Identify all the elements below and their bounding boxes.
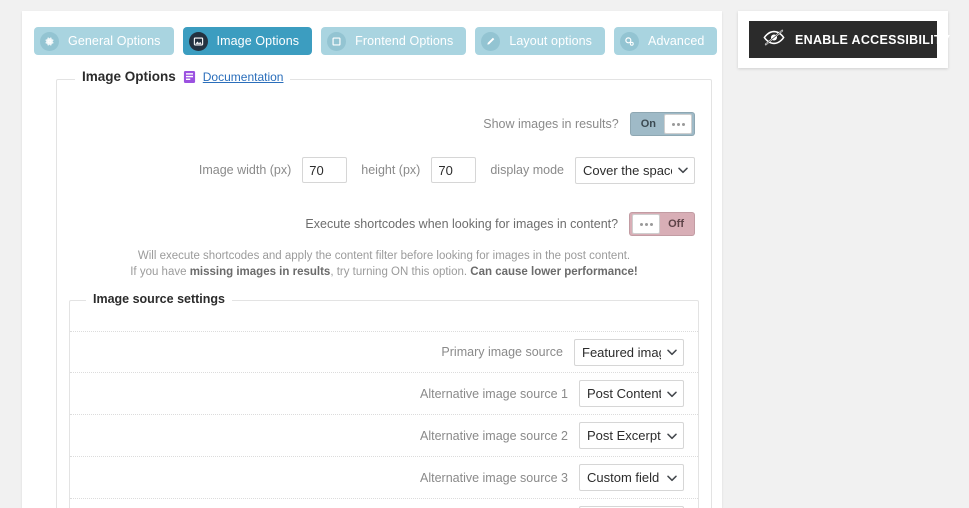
help-line-1: Will execute shortcodes and apply the co… <box>137 250 631 262</box>
enable-accessibility-label: ENABLE ACCESSIBILITY <box>795 32 951 47</box>
help-2c: , try turning ON this option. <box>330 266 471 278</box>
alt-image-source-2-label: Alternative image source 2 <box>420 428 568 443</box>
primary-image-source-label: Primary image source <box>441 345 563 359</box>
tab-label: General Options <box>68 34 161 48</box>
toggle-knob <box>632 214 661 234</box>
book-icon <box>183 70 196 84</box>
page-root: General Options Image Options Frontend O… <box>0 0 969 508</box>
tab-label: Frontend Options <box>355 34 454 48</box>
alt-image-source-1-label: Alternative image source 1 <box>420 386 568 401</box>
alt-image-source-1-select[interactable]: Post Content <box>579 380 684 407</box>
alt-image-source-3-select[interactable]: Custom field <box>579 464 684 491</box>
show-images-toggle-state: On <box>640 118 656 130</box>
alt-image-source-4-row: Alternative image source 4 Default image <box>70 499 698 508</box>
settings-panel: General Options Image Options Frontend O… <box>22 11 722 508</box>
tab-image-options[interactable]: Image Options <box>182 27 313 55</box>
eye-slash-icon <box>763 29 785 51</box>
execute-shortcodes-toggle[interactable]: Off <box>629 212 695 236</box>
image-dimensions-row: Image width (px) height (px) display mod… <box>57 152 711 188</box>
help-2d: Can cause lower performance! <box>470 266 638 278</box>
display-mode-label: display mode <box>490 163 564 177</box>
documentation-link[interactable]: Documentation <box>203 70 284 84</box>
alt-image-source-1-row: Alternative image source 1 Post Content <box>70 373 698 415</box>
section-legend: Image Options Documentation <box>75 69 291 84</box>
shortcodes-help-text: Will execute shortcodes and apply the co… <box>57 242 711 282</box>
tab-label: Image Options <box>216 34 300 48</box>
alt-image-source-2-select[interactable]: Post Excerpt <box>579 422 684 449</box>
image-icon <box>188 31 208 51</box>
show-images-toggle[interactable]: On <box>629 112 695 136</box>
window-icon <box>327 31 347 51</box>
alt-image-source-3-row: Alternative image source 3 Custom field <box>70 457 698 499</box>
pencil-icon <box>481 31 501 51</box>
toggle-knob <box>664 114 692 134</box>
execute-shortcodes-row: Execute shortcodes when looking for imag… <box>57 206 711 242</box>
tab-advanced[interactable]: Advanced <box>614 27 718 55</box>
alt-image-source-3-label: Alternative image source 3 <box>420 470 568 485</box>
help-2b: missing images in results <box>189 266 331 278</box>
cogs-icon <box>620 31 640 51</box>
alt-image-source-3-select-wrap: Custom field <box>579 464 684 491</box>
tab-frontend-options[interactable]: Frontend Options <box>321 27 467 55</box>
page-title: Image Options <box>82 69 176 84</box>
accessibility-card: ENABLE ACCESSIBILITY <box>738 11 950 68</box>
alt-image-source-2-select-wrap: Post Excerpt <box>579 422 684 449</box>
show-images-label: Show images in results? <box>483 117 619 131</box>
image-height-input[interactable] <box>431 157 477 183</box>
tab-layout-options[interactable]: Layout options <box>475 27 606 55</box>
execute-shortcodes-toggle-state: Off <box>668 218 684 230</box>
tab-label: Layout options <box>509 34 593 48</box>
image-width-label: Image width (px) <box>198 163 292 177</box>
primary-image-source-select-wrap: Featured image <box>574 338 684 366</box>
image-source-settings-section: Image source settings Primary image sour… <box>69 292 699 508</box>
display-mode-select[interactable]: Cover the space <box>575 156 695 184</box>
show-images-row: Show images in results? On <box>57 106 711 142</box>
primary-image-source-select[interactable]: Featured image <box>574 338 684 366</box>
image-height-label: height (px) <box>361 163 421 177</box>
enable-accessibility-button[interactable]: ENABLE ACCESSIBILITY <box>749 21 950 58</box>
execute-shortcodes-label: Execute shortcodes when looking for imag… <box>305 217 619 231</box>
help-line-2: If you have missing images in results, t… <box>77 264 691 280</box>
primary-image-source-row: Primary image source Featured image <box>70 331 698 373</box>
tab-bar: General Options Image Options Frontend O… <box>34 27 718 55</box>
image-source-settings-legend: Image source settings <box>86 292 232 306</box>
gear-icon <box>40 31 59 51</box>
alt-image-source-2-row: Alternative image source 2 Post Excerpt <box>70 415 698 457</box>
image-options-section: Image Options Documentation Show images … <box>56 69 712 508</box>
image-width-input[interactable] <box>302 157 348 183</box>
display-mode-select-wrap: Cover the space <box>575 156 695 184</box>
tab-general-options[interactable]: General Options <box>34 27 174 55</box>
alt-image-source-1-select-wrap: Post Content <box>579 380 684 407</box>
help-2a: If you have <box>130 266 190 278</box>
tab-label: Advanced <box>648 34 705 48</box>
